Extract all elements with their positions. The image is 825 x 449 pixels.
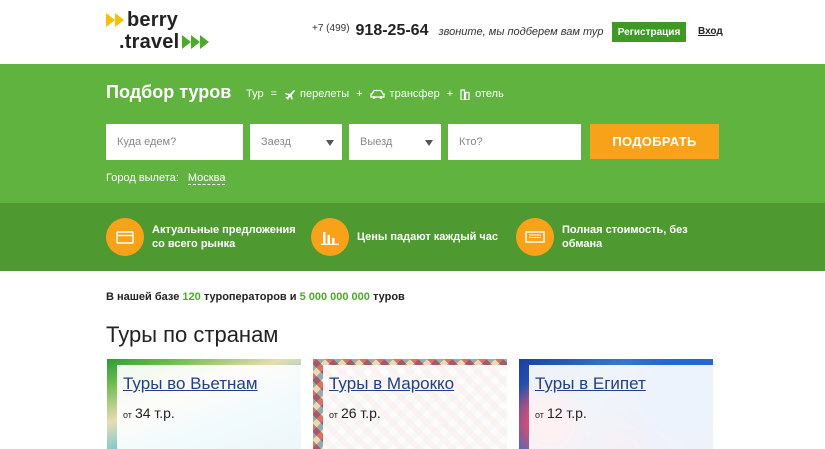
checkin-select[interactable]: Заезд (250, 124, 342, 160)
travelers-input[interactable]: Кто? (448, 124, 581, 160)
formula-transfer: трансфер (389, 88, 440, 100)
card-title-link[interactable]: Туры в Марокко (329, 374, 454, 394)
phone-note: звоните, мы подберем вам тур (438, 26, 604, 38)
header: berry .travel +7 (499) 918-25-64 звоните… (0, 0, 825, 64)
formula-hotel: отель (475, 88, 504, 100)
card-title-link[interactable]: Туры в Египет (535, 374, 646, 394)
stats-suffix: туров (372, 291, 405, 303)
plane-icon (284, 89, 296, 100)
price-value: 34 т.р. (134, 405, 175, 421)
price-from: от (329, 410, 338, 420)
card-price: от 34 т.р. (123, 405, 175, 423)
operators-count: 120 (182, 291, 201, 303)
feature-text: Актуальные предложения со всего рынка (152, 224, 296, 250)
logo-text-top: berry (127, 9, 179, 31)
register-button[interactable]: Регистрация (612, 22, 686, 42)
phone-block: +7 (499) 918-25-64 звоните, мы подберем … (312, 22, 604, 40)
features-band: Актуальные предложения со всего рынка Це… (0, 203, 825, 271)
formula-plus: + (356, 88, 363, 100)
feature-item: Актуальные предложения со всего рынка (106, 217, 296, 257)
price-from: от (123, 410, 132, 420)
database-stats: В нашей базе 120 туроператоров и 5 000 0… (106, 291, 405, 303)
price-from: от (535, 410, 544, 420)
logo-arrows-green-icon (182, 35, 210, 49)
country-card-egypt[interactable]: Туры в Египет от 12 т.р. (519, 359, 713, 449)
formula-flights: перелеты (300, 88, 350, 100)
price-value: 12 т.р. (546, 405, 587, 421)
stats-middle: туроператоров и (203, 291, 297, 303)
building-icon (460, 88, 470, 100)
checkout-placeholder: Выезд (360, 136, 393, 148)
checkin-placeholder: Заезд (261, 136, 291, 148)
destination-placeholder: Куда едем? (117, 136, 177, 148)
chevron-down-icon (326, 140, 334, 146)
tour-formula: Тур = перелеты + трансфер + отель (246, 88, 504, 100)
bar-chart-icon (311, 218, 349, 256)
card-panel: Туры во Вьетнам от 34 т.р. (117, 365, 301, 449)
country-card-vietnam[interactable]: Туры во Вьетнам от 34 т.р. (107, 359, 301, 449)
price-value: 26 т.р. (340, 405, 381, 421)
stats-prefix: В нашей базе (106, 291, 180, 303)
logo-line-bottom: .travel (119, 31, 210, 53)
car-icon (369, 89, 385, 99)
formula-equals: = (270, 88, 278, 100)
search-submit-button[interactable]: ПОДОБРАТЬ (590, 124, 719, 159)
card-title-link[interactable]: Туры во Вьетнам (123, 374, 258, 394)
tours-count: 5 000 000 000 (299, 291, 370, 303)
chevron-down-icon (425, 140, 433, 146)
card-price: от 12 т.р. (535, 405, 587, 423)
phone-code: +7 (499) (312, 23, 350, 34)
card-icon (106, 218, 144, 256)
logo[interactable]: berry .travel (106, 10, 216, 52)
formula-tour: Тур (246, 88, 264, 100)
logo-line-top: berry (106, 10, 178, 30)
card-panel: Туры в Марокко от 26 т.р. (323, 365, 507, 449)
feature-item: Полная стоимость, без обмана (516, 217, 726, 257)
search-panel: Подбор туров Тур = перелеты + трансфер +… (0, 64, 825, 203)
formula-plus-2: + (446, 88, 454, 100)
country-card-morocco[interactable]: Туры в Марокко от 26 т.р. (313, 359, 507, 449)
phone-number[interactable]: 918-25-64 (356, 22, 429, 40)
logo-text-bottom: .travel (119, 31, 180, 53)
departure-label: Город вылета: (106, 172, 179, 184)
card-price: от 26 т.р. (329, 405, 381, 423)
departure-city: Город вылета: Москва (106, 172, 226, 185)
travelers-placeholder: Кто? (459, 136, 483, 148)
departure-city-link[interactable]: Москва (187, 172, 226, 185)
destination-input[interactable]: Куда едем? (106, 124, 243, 160)
logo-arrows-icon (106, 13, 124, 27)
card-panel: Туры в Египет от 12 т.р. (529, 365, 713, 449)
ticket-icon (516, 218, 554, 256)
feature-text: Полная стоимость, без обмана (562, 224, 688, 250)
search-title: Подбор туров (106, 82, 232, 102)
feature-item: Цены падают каждый час (311, 217, 501, 257)
feature-text: Цены падают каждый час (357, 231, 499, 243)
login-link[interactable]: Вход (698, 26, 723, 37)
section-title: Туры по странам (106, 322, 279, 347)
checkout-select[interactable]: Выезд (349, 124, 441, 160)
